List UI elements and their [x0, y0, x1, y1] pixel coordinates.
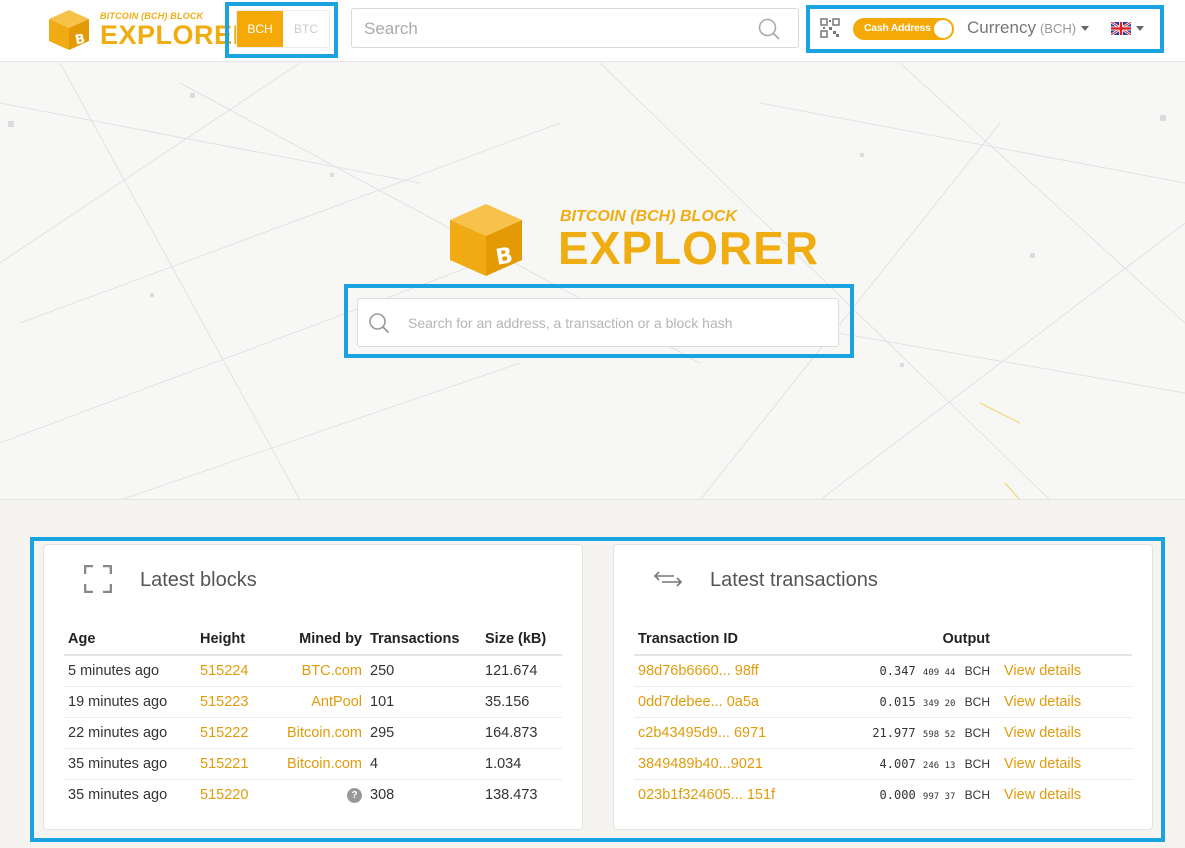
header-search-input[interactable] — [364, 17, 744, 41]
header-logo[interactable]: B BITCOIN (BCH) BLOCK EXPLORER — [46, 8, 253, 52]
highlight-box — [30, 537, 1165, 842]
highlight-box — [806, 5, 1164, 53]
highlight-box — [225, 2, 338, 58]
hero-logo: B BITCOIN (BCH) BLOCK EXPLORER — [446, 201, 819, 279]
network-background — [0, 63, 1185, 499]
cube-logo-icon: B — [450, 204, 522, 276]
cube-logo-icon: B — [49, 10, 89, 50]
hero-logo-title: EXPLORER — [558, 222, 820, 274]
hero-section: B BITCOIN (BCH) BLOCK EXPLORER — [0, 63, 1185, 500]
header-search-box — [351, 8, 799, 48]
highlight-box — [344, 284, 854, 358]
search-icon[interactable] — [758, 18, 780, 40]
